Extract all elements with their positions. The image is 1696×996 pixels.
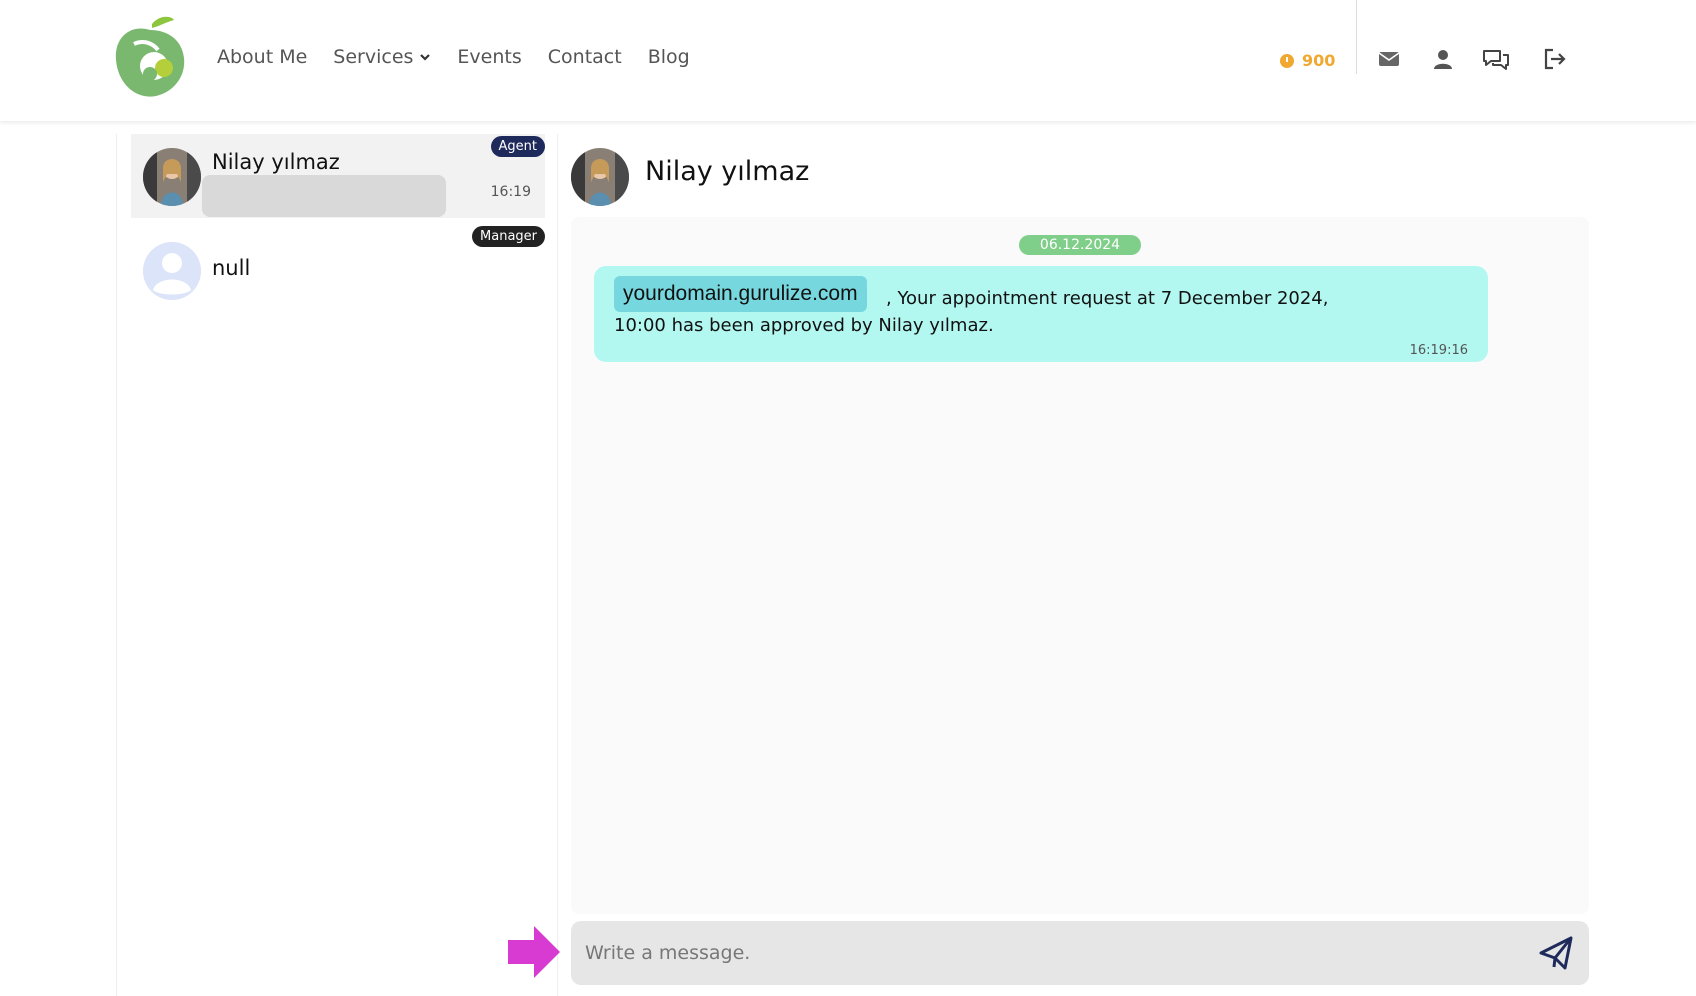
message-text-line1: , Your appointment request at 7 December…: [886, 288, 1329, 309]
chat-title: Nilay yılmaz: [645, 156, 810, 187]
role-badge-agent: Agent: [490, 136, 545, 157]
message-text-line2: 10:00 has been approved by Nilay yılmaz.: [614, 315, 994, 336]
contact-item-nilay[interactable]: Nilay yılmaz 16:19 Agent: [131, 134, 545, 218]
coin-balance[interactable]: 900: [1280, 51, 1335, 70]
send-icon[interactable]: [1537, 935, 1575, 971]
avatar: [143, 148, 201, 206]
user-icon[interactable]: [1428, 44, 1458, 74]
contact-item-null[interactable]: null Manager: [131, 226, 545, 312]
chat-messages-panel[interactable]: 06.12.2024 yourdomain.gurulize.com , You…: [571, 217, 1589, 914]
message-input[interactable]: [585, 933, 1505, 973]
pointer-arrow-icon: [508, 926, 560, 978]
contact-name: null: [212, 256, 251, 280]
message-bubble: yourdomain.gurulize.com , Your appointme…: [594, 266, 1488, 362]
message-composer: [571, 921, 1589, 985]
avatar-placeholder-icon: [143, 242, 201, 300]
nav-contact[interactable]: Contact: [548, 46, 622, 68]
coin-count: 900: [1302, 51, 1336, 70]
role-badge-manager: Manager: [472, 226, 545, 247]
chat-icon[interactable]: [1481, 44, 1511, 74]
nav-events[interactable]: Events: [457, 46, 521, 68]
nav-services-label: Services: [333, 46, 414, 68]
chat-header-avatar: [571, 148, 629, 206]
message-time: 16:19:16: [1409, 343, 1468, 358]
coin-icon: [1280, 53, 1294, 68]
main-nav: About Me Services Events Contact Blog: [217, 46, 716, 68]
nav-about-me[interactable]: About Me: [217, 46, 307, 68]
mail-icon[interactable]: [1374, 44, 1404, 74]
contact-time: 16:19: [490, 184, 531, 200]
domain-chip: yourdomain.gurulize.com: [614, 276, 867, 312]
message-preview-redacted: [202, 175, 446, 217]
chevron-down-icon: [420, 54, 431, 61]
nav-services[interactable]: Services: [333, 46, 431, 68]
logo-icon[interactable]: [112, 14, 188, 98]
logout-icon[interactable]: [1540, 44, 1570, 74]
date-separator: 06.12.2024: [1019, 235, 1141, 255]
contacts-sidebar: Nilay yılmaz 16:19 Agent null Manager: [116, 134, 558, 996]
top-navbar: About Me Services Events Contact Blog 90…: [0, 0, 1696, 121]
header-divider: [1356, 0, 1357, 74]
contact-name: Nilay yılmaz: [212, 150, 340, 174]
nav-blog[interactable]: Blog: [648, 46, 690, 68]
